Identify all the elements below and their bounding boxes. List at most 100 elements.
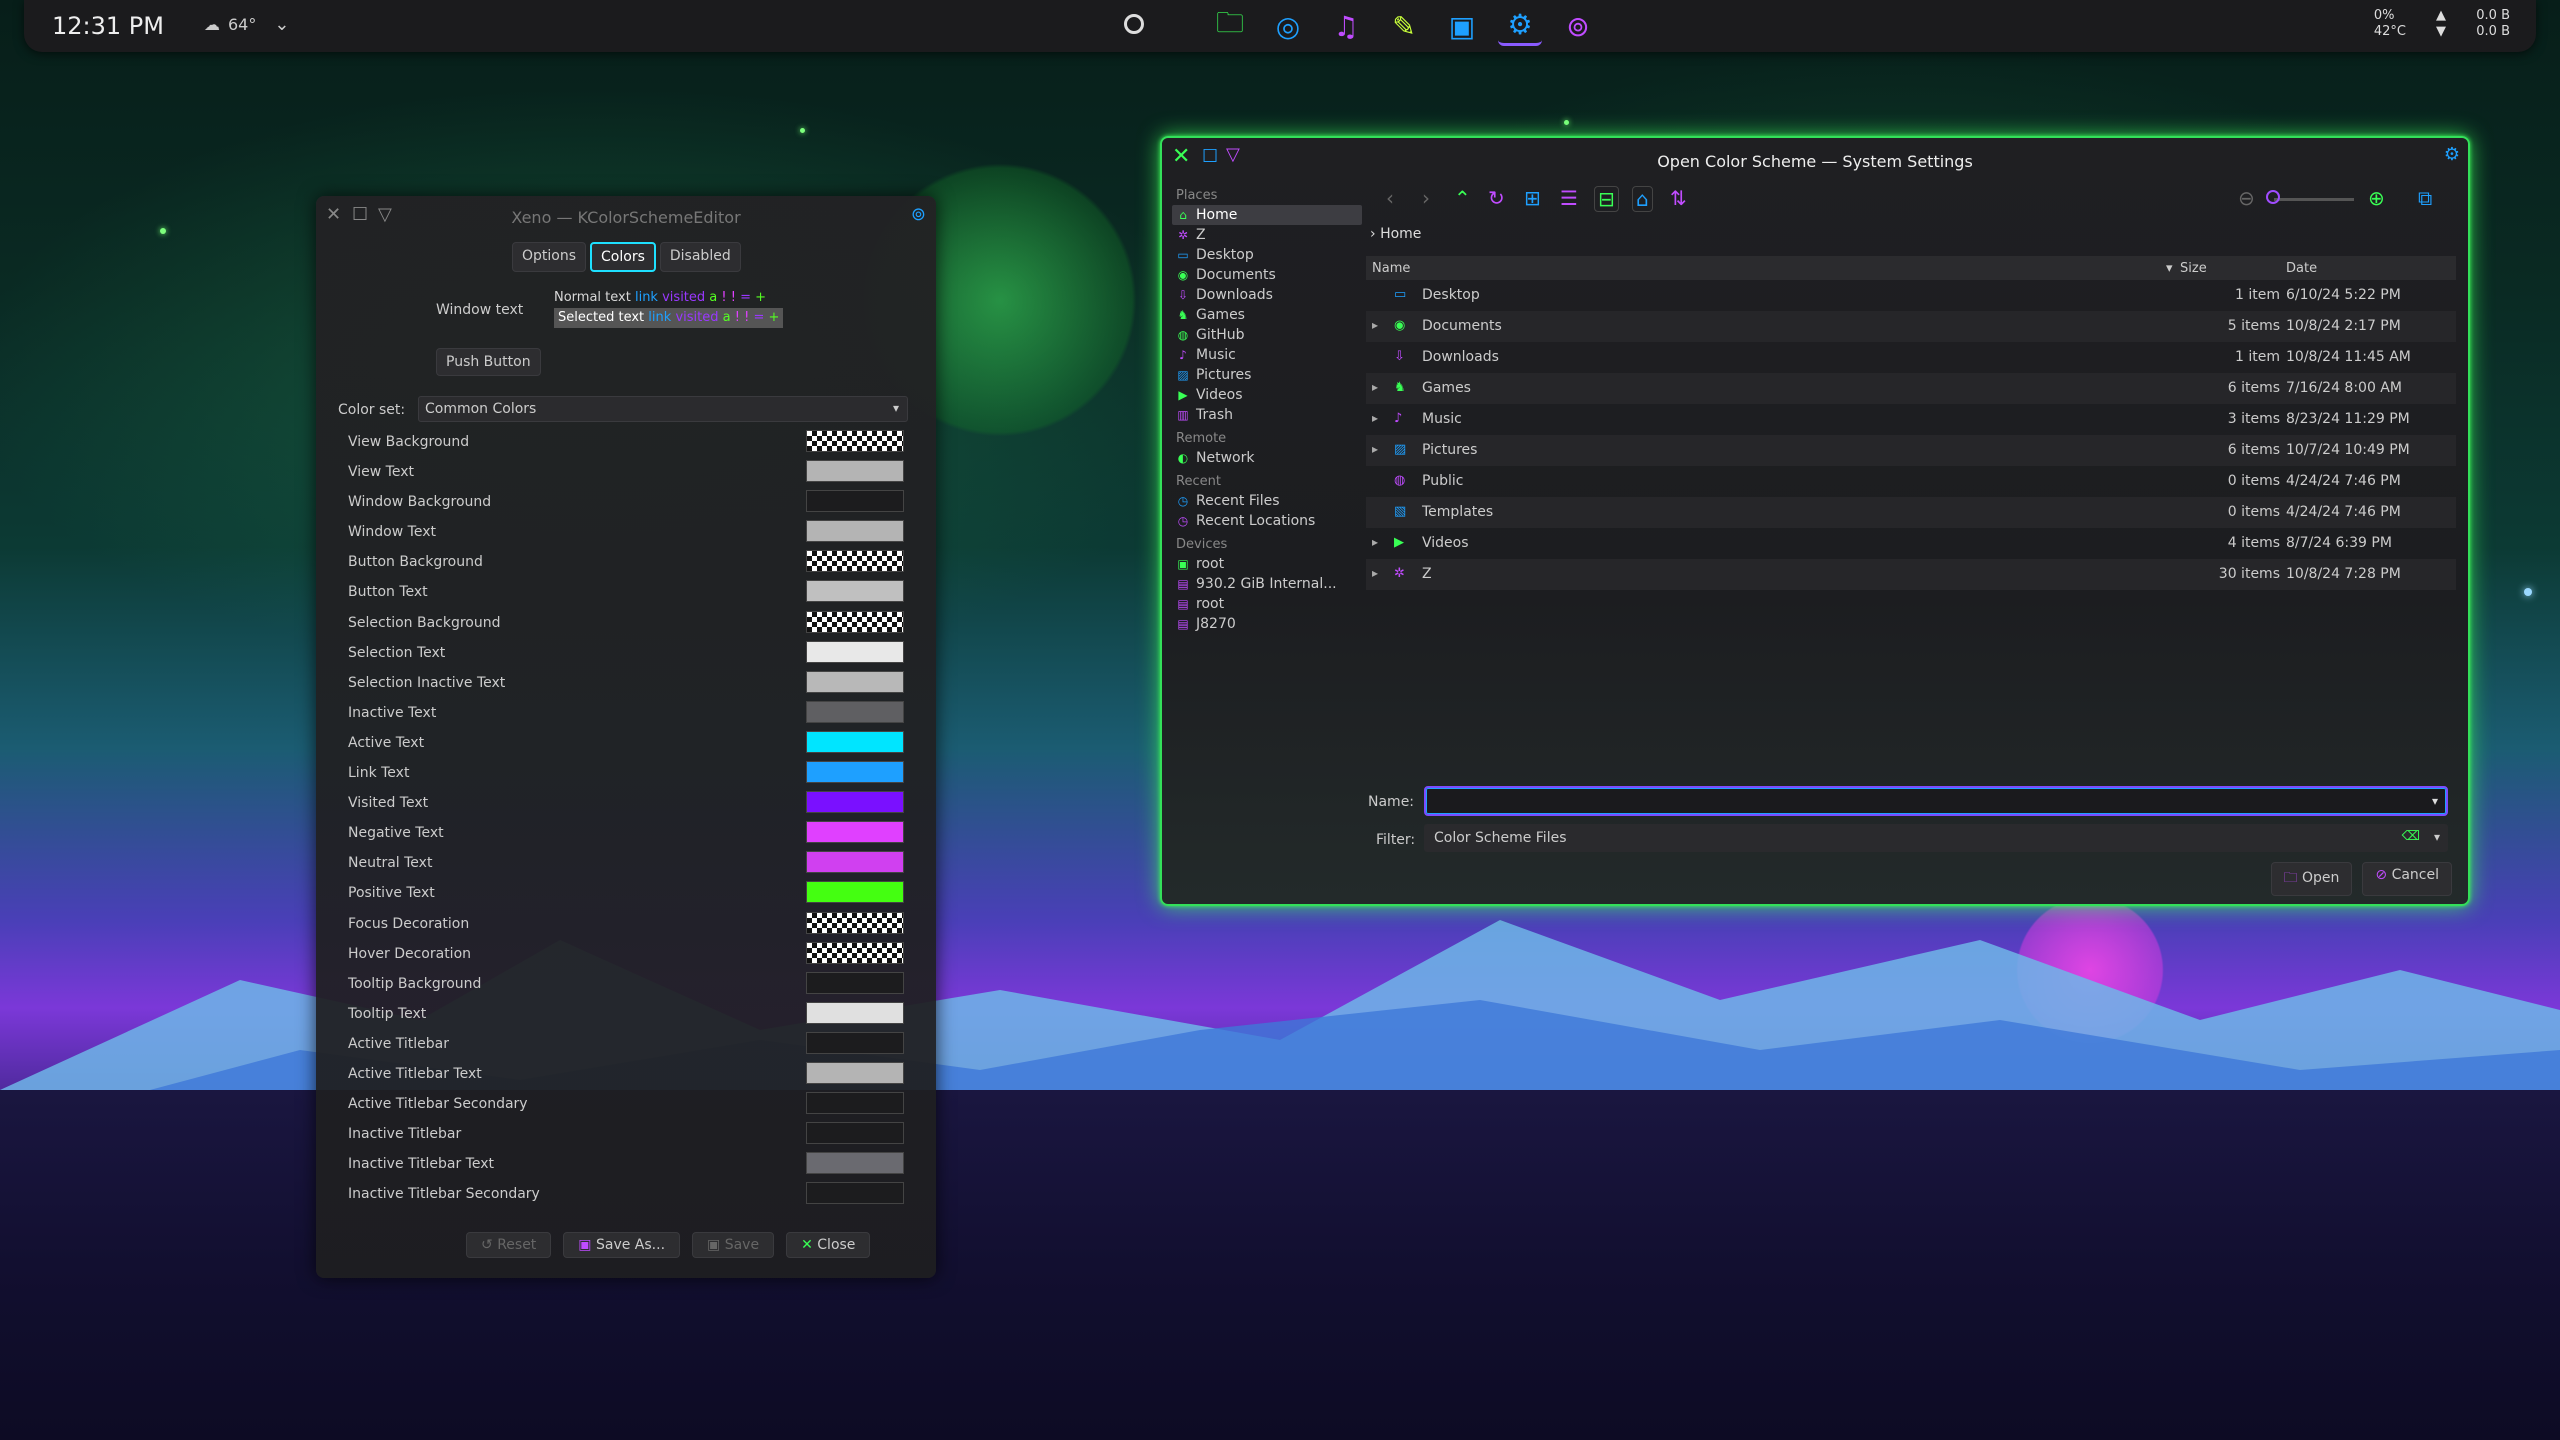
- color-swatch-button[interactable]: [806, 1152, 904, 1175]
- breadcrumb-home[interactable]: Home: [1380, 226, 1421, 242]
- expand-arrow-icon[interactable]: ▸: [1372, 442, 1378, 456]
- places-item[interactable]: ▤ 930.2 GiB Internal...: [1172, 574, 1362, 594]
- expand-arrow-icon[interactable]: ▸: [1372, 566, 1378, 580]
- color-swatch-button[interactable]: [806, 971, 904, 994]
- color-swatch-button[interactable]: [806, 640, 904, 663]
- column-date[interactable]: Date: [2286, 261, 2317, 276]
- editor-titlebar[interactable]: ✕ ☐ ▽ Xeno — KColorSchemeEditor ⊚: [316, 196, 936, 236]
- tree-view-icon[interactable]: ⊟: [1594, 186, 1619, 212]
- tab-options[interactable]: Options: [512, 242, 587, 272]
- zoom-in-icon[interactable]: ⊕: [2368, 186, 2385, 210]
- expand-arrow-icon[interactable]: ▸: [1372, 411, 1378, 425]
- tab-disabled[interactable]: Disabled: [659, 242, 741, 272]
- color-swatch-button[interactable]: [806, 550, 904, 573]
- music-icon[interactable]: ♫: [1324, 6, 1368, 46]
- color-swatch-button[interactable]: [806, 1122, 904, 1145]
- cancel-button[interactable]: ⊘ Cancel: [2362, 862, 2452, 896]
- file-row[interactable]: ▭ Desktop 1 item 6/10/24 5:22 PM: [1366, 280, 2456, 311]
- colorset-select[interactable]: Common Colors ▾: [418, 396, 908, 422]
- color-swatch-button[interactable]: [806, 1061, 904, 1084]
- column-size[interactable]: Size: [2180, 261, 2207, 276]
- color-swatch-button[interactable]: [806, 430, 904, 452]
- file-row[interactable]: ▸ ◉ Documents 5 items 10/8/24 2:17 PM: [1366, 311, 2456, 342]
- name-input[interactable]: ▾: [1424, 786, 2448, 816]
- color-swatch-button[interactable]: [806, 1182, 904, 1205]
- expand-arrow-icon[interactable]: ▸: [1372, 380, 1378, 394]
- places-item[interactable]: ▭ Desktop: [1172, 245, 1362, 265]
- file-row[interactable]: ▸ ♞ Games 6 items 7/16/24 8:00 AM: [1366, 373, 2456, 404]
- gear-icon[interactable]: ⚙: [2444, 144, 2460, 165]
- color-swatch-button[interactable]: [806, 911, 904, 934]
- places-item[interactable]: ◐ Network: [1172, 448, 1362, 468]
- reload-icon[interactable]: ↻: [1488, 186, 1505, 210]
- notes-icon[interactable]: ✎: [1382, 6, 1426, 46]
- open-button[interactable]: 🗀 Open: [2270, 862, 2353, 896]
- places-item[interactable]: ◷ Recent Files: [1172, 491, 1362, 511]
- color-swatch-button[interactable]: [806, 490, 904, 513]
- file-row[interactable]: ◍ Public 0 items 4/24/24 7:46 PM: [1366, 466, 2456, 497]
- color-swatch-button[interactable]: [806, 881, 904, 904]
- preview-push-button[interactable]: Push Button: [436, 348, 541, 376]
- chevron-down-icon[interactable]: ⌄: [274, 14, 289, 35]
- color-swatch-button[interactable]: [806, 851, 904, 874]
- places-item[interactable]: ◍ GitHub: [1172, 325, 1362, 345]
- file-row[interactable]: ▸ ▶ Videos 4 items 8/7/24 6:39 PM: [1366, 528, 2456, 559]
- places-item[interactable]: ▣ root: [1172, 554, 1362, 574]
- places-item[interactable]: ♞ Games: [1172, 305, 1362, 325]
- file-row[interactable]: ⇩ Downloads 1 item 10/8/24 11:45 AM: [1366, 342, 2456, 373]
- color-swatch-button[interactable]: [806, 1001, 904, 1024]
- color-swatch-button[interactable]: [806, 941, 904, 964]
- tab-colors[interactable]: Colors: [590, 242, 656, 272]
- places-item[interactable]: ▤ J8270: [1172, 614, 1362, 634]
- zoom-out-icon[interactable]: ⊖: [2238, 186, 2255, 210]
- places-item[interactable]: ⇩ Downloads: [1172, 285, 1362, 305]
- preview-icon[interactable]: ⌂: [1632, 186, 1653, 212]
- network-speed[interactable]: 0.0 B 0.0 B: [2476, 8, 2510, 40]
- places-item[interactable]: ◉ Documents: [1172, 265, 1362, 285]
- weather-widget[interactable]: ☁ 64° ⌄: [204, 14, 289, 35]
- sort-icon[interactable]: ⇅: [1670, 186, 1687, 210]
- color-swatch-button[interactable]: [806, 791, 904, 814]
- expand-arrow-icon[interactable]: ▸: [1372, 318, 1378, 332]
- color-swatch-button[interactable]: [806, 460, 904, 483]
- places-item[interactable]: ▶ Videos: [1172, 385, 1362, 405]
- chevron-down-icon[interactable]: ▾: [2434, 830, 2440, 844]
- color-swatch-button[interactable]: [806, 821, 904, 844]
- color-swatch-button[interactable]: [806, 730, 904, 753]
- settings-icon[interactable]: ⚙: [1498, 6, 1542, 46]
- color-swatch-button[interactable]: [806, 670, 904, 693]
- chevron-down-icon[interactable]: ▾: [2432, 794, 2438, 808]
- places-item[interactable]: ♪ Music: [1172, 345, 1362, 365]
- file-row[interactable]: ▸ ♪ Music 3 items 8/23/24 11:29 PM: [1366, 404, 2456, 435]
- color-swatch-button[interactable]: [806, 580, 904, 603]
- save-as-button[interactable]: ▣ Save As...: [563, 1232, 681, 1258]
- column-name[interactable]: Name: [1372, 261, 1410, 276]
- places-item[interactable]: ⌂ Home: [1172, 205, 1362, 225]
- zoom-slider-handle[interactable]: [2266, 190, 2280, 204]
- color-swatch-button[interactable]: [806, 610, 904, 633]
- places-item[interactable]: ✲ Z: [1172, 225, 1362, 245]
- close-button[interactable]: ✕ Close: [786, 1232, 871, 1258]
- filter-select[interactable]: Color Scheme Files ⌫ ▾: [1424, 824, 2448, 852]
- places-item[interactable]: ◷ Recent Locations: [1172, 511, 1362, 531]
- reset-button[interactable]: ↺ Reset: [466, 1232, 552, 1258]
- system-monitor[interactable]: 0% 42°C: [2374, 8, 2406, 40]
- browser-icon[interactable]: ◎: [1266, 6, 1310, 46]
- places-item[interactable]: ▤ root: [1172, 594, 1362, 614]
- file-row[interactable]: ▸ ▨ Pictures 6 items 10/7/24 10:49 PM: [1366, 435, 2456, 466]
- forward-icon[interactable]: ›: [1422, 186, 1430, 210]
- color-swatch-button[interactable]: [806, 1092, 904, 1115]
- file-row[interactable]: ▸ ✲ Z 30 items 10/8/24 7:28 PM: [1366, 559, 2456, 590]
- color-swatch-button[interactable]: [806, 761, 904, 784]
- activity-indicator[interactable]: [1124, 14, 1144, 34]
- save-button[interactable]: ▣ Save: [692, 1232, 775, 1258]
- breadcrumb[interactable]: › Home: [1370, 226, 1421, 242]
- file-row[interactable]: ▧ Templates 0 items 4/24/24 7:46 PM: [1366, 497, 2456, 528]
- clock[interactable]: 12:31 PM: [52, 12, 164, 40]
- color-swatch-button[interactable]: [806, 700, 904, 723]
- expand-arrow-icon[interactable]: ▸: [1372, 535, 1378, 549]
- terminal-icon[interactable]: ▣: [1440, 6, 1484, 46]
- places-item[interactable]: ▨ Pictures: [1172, 365, 1362, 385]
- color-swatch-button[interactable]: [806, 1031, 904, 1054]
- icon-view-icon[interactable]: ⊞: [1524, 186, 1541, 210]
